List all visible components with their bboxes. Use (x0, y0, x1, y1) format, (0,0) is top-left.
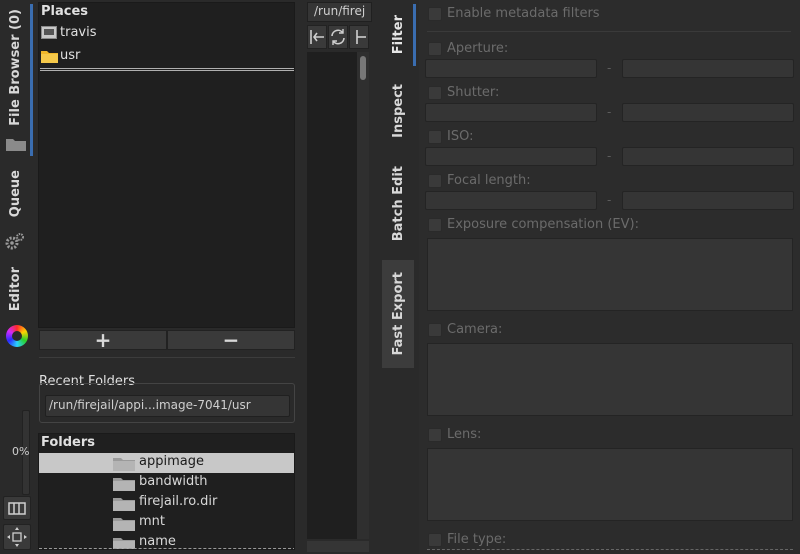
enable-metadata-label: Enable metadata filters (447, 6, 600, 21)
drive-icon (41, 26, 57, 39)
shutter-label: Shutter: (447, 85, 500, 100)
focal-length-max-field[interactable] (622, 191, 794, 210)
file-type-checkbox[interactable] (428, 533, 442, 547)
focal-length-checkbox[interactable] (428, 174, 442, 188)
shutter-dash: - (607, 105, 612, 119)
path-field-value: /run/firej (314, 4, 366, 18)
folder-tree-item[interactable]: mnt (39, 513, 294, 533)
places-separator (40, 68, 294, 71)
focal-length-label: Focal length: (447, 173, 531, 188)
tab-inspect-label: Inspect (390, 84, 406, 138)
folder-tree-label: firejail.ro.dir (139, 494, 218, 509)
places-list[interactable]: Places travis usr (38, 2, 295, 328)
tab-fast-export-label: Fast Export (390, 272, 406, 356)
browse-forward-button[interactable] (349, 25, 369, 49)
exposure-checkbox[interactable] (428, 218, 442, 232)
zoom-label: 0% (12, 445, 30, 458)
tab-batch-edit[interactable]: Batch Edit (382, 158, 414, 250)
recent-folders-combo[interactable]: /run/firejail/appi...image-7041/usr (45, 395, 290, 417)
tab-inspect[interactable]: Inspect (382, 74, 414, 148)
camera-checkbox[interactable] (428, 323, 442, 337)
refresh-icon[interactable] (328, 25, 348, 49)
left-tab-bar: File Browser (0) Queue Editor 0% (0, 0, 34, 554)
tab-filter[interactable]: Filter (382, 4, 414, 66)
add-place-button[interactable]: + (39, 330, 167, 350)
iso-dash: - (607, 149, 612, 163)
filter-separator (427, 31, 791, 32)
focal-length-min-field[interactable] (425, 191, 597, 210)
places-item-label: travis (60, 25, 97, 40)
tab-file-browser-indicator (30, 4, 33, 156)
thumbnail-area[interactable] (307, 52, 357, 539)
remove-icon: − (222, 328, 240, 352)
lens-list[interactable] (427, 448, 793, 521)
aperture-min-field[interactable] (425, 59, 597, 78)
folder-tree-label: bandwidth (139, 474, 208, 489)
places-header: Places (41, 4, 89, 19)
filmstrip-button[interactable] (3, 496, 31, 520)
tab-file-browser[interactable]: File Browser (0) (0, 6, 30, 128)
tab-editor-label: Editor (7, 266, 23, 312)
center-strip: /run/firej (302, 0, 377, 554)
folder-tree-label: appimage (139, 454, 204, 469)
iso-max-field[interactable] (622, 147, 794, 166)
tab-file-browser-label: File Browser (0) (7, 8, 23, 126)
folders-tree[interactable]: Folders appimage bandwidth firejail.ro.dir… (38, 433, 295, 550)
folders-header: Folders (41, 435, 96, 450)
folder-tree-label: name (139, 534, 176, 549)
right-tab-bar: Filter Inspect Batch Edit Fast Export (380, 0, 418, 554)
folders-bottom-border (39, 548, 294, 549)
tab-fast-export[interactable]: Fast Export (382, 260, 414, 368)
exposure-label: Exposure compensation (EV): (447, 217, 639, 232)
thumbnail-bottom-bar (307, 541, 369, 552)
divider (39, 357, 295, 358)
filter-bottom-border (427, 549, 793, 550)
focal-length-dash: - (607, 193, 612, 207)
aperture-max-field[interactable] (622, 59, 794, 78)
iso-min-field[interactable] (425, 147, 597, 166)
browser-panel: Places travis usr + − Recent Folders /ru… (35, 0, 300, 554)
move-icon[interactable] (3, 524, 31, 550)
camera-label: Camera: (447, 322, 503, 337)
shutter-min-field[interactable] (425, 103, 597, 122)
places-item-usr[interactable]: usr (41, 47, 291, 67)
aperture-dash: - (607, 61, 612, 75)
filter-panel: Enable metadata filters Aperture: - Shut… (419, 0, 800, 554)
iso-checkbox[interactable] (428, 130, 442, 144)
folder-tree-item[interactable]: firejail.ro.dir (39, 493, 294, 513)
tab-filter-indicator (413, 4, 416, 66)
add-icon: + (94, 328, 112, 352)
folder-tree-item[interactable]: appimage (39, 453, 294, 473)
shutter-checkbox[interactable] (428, 86, 442, 100)
file-type-label: File type: (447, 532, 507, 547)
folder-tree-label: mnt (139, 514, 165, 529)
file-browser-folder-icon[interactable] (5, 136, 27, 152)
iso-label: ISO: (447, 129, 474, 144)
tab-batch-edit-label: Batch Edit (390, 166, 406, 242)
aperture-label: Aperture: (447, 41, 509, 56)
recent-folders-value: /run/firejail/appi...image-7041/usr (49, 398, 251, 412)
places-item-label: usr (60, 48, 81, 63)
tab-queue[interactable]: Queue (0, 166, 30, 222)
gear-icon[interactable] (5, 232, 25, 250)
path-field[interactable]: /run/firej (307, 2, 372, 22)
exposure-list[interactable] (427, 238, 793, 311)
browse-back-button[interactable] (307, 25, 327, 49)
thumbnail-scrollbar[interactable] (357, 52, 369, 539)
scrollbar-handle[interactable] (360, 56, 366, 80)
aperture-checkbox[interactable] (428, 42, 442, 56)
lens-checkbox[interactable] (428, 428, 442, 442)
color-wheel-icon[interactable] (6, 325, 28, 347)
remove-place-button[interactable]: − (167, 330, 295, 350)
shutter-max-field[interactable] (622, 103, 794, 122)
tab-editor[interactable]: Editor (0, 262, 30, 316)
enable-metadata-checkbox[interactable] (428, 7, 442, 21)
places-item-travis[interactable]: travis (41, 24, 291, 44)
tab-filter-label: Filter (390, 15, 406, 55)
folder-icon (41, 49, 58, 67)
camera-list[interactable] (427, 343, 793, 416)
lens-label: Lens: (447, 427, 482, 442)
folder-tree-item[interactable]: bandwidth (39, 473, 294, 493)
tab-queue-label: Queue (7, 170, 23, 218)
